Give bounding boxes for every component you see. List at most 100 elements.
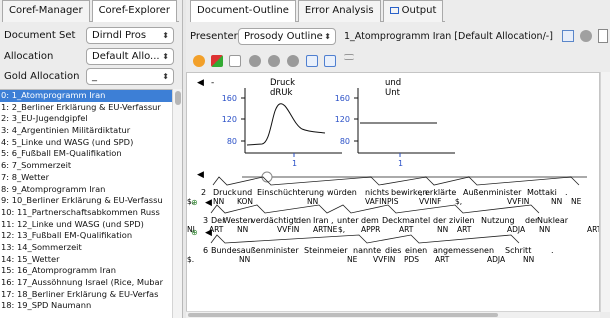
gold-allocation-row: Gold Allocation	[4, 67, 94, 85]
sentence-word: 6	[203, 246, 208, 255]
allocation-label: Allocation	[4, 50, 54, 62]
pos-tag: NN	[307, 197, 318, 206]
allocation-value: Default Allo...	[92, 51, 160, 62]
sentence-rows: ◀2 Druck und Einschüchterung würden nichts bew…	[187, 170, 599, 264]
document-list[interactable]: 0: 1_Atomprogramm Iran 1: 2_Berliner Erkl…	[0, 89, 172, 318]
stepper-icon: ⬍	[324, 32, 331, 41]
list-item[interactable]: 12: 13_Fußball EM-Qualifikation	[0, 230, 172, 242]
content-horizontal-scrollbar[interactable]	[186, 311, 600, 318]
list-item[interactable]: 13: 14_Sommerzeit	[0, 242, 172, 254]
list-item[interactable]: 17: 18_Berliner Erklärung & EU-Verfas	[0, 289, 172, 301]
pos-tag: $,	[455, 197, 462, 206]
circle-icon-1[interactable]	[249, 55, 261, 67]
list-item[interactable]: 0: 1_Atomprogramm Iran	[0, 90, 172, 102]
list-item[interactable]: 18: 19_SPD Naumann	[0, 300, 172, 312]
settings-gear-icon[interactable]	[193, 55, 205, 67]
pos-tag: ADJA	[487, 255, 506, 264]
tab-coref-manager[interactable]: Coref-Manager	[2, 0, 90, 22]
zoom-icon[interactable]: ⊕	[191, 198, 198, 207]
speaker-icon[interactable]: ◀	[205, 198, 212, 208]
scrollbar-thumb[interactable]	[188, 313, 498, 317]
list-item[interactable]: 1: 2_Berliner Erklärung & EU-Verfassur	[0, 102, 172, 114]
right-panel: Document-Outline Error Analysis Output P…	[186, 0, 610, 318]
list-item[interactable]: 4: 5_Linke und WASG (und SPD)	[0, 137, 172, 149]
pos-tag: ADJA	[507, 225, 526, 234]
list-item[interactable]: 14: 15_Wetter	[0, 254, 172, 266]
pos-tag: NN	[437, 225, 448, 234]
pen-icon[interactable]	[229, 55, 241, 67]
presenter-value: Prosody Outline	[244, 31, 323, 42]
pos-tag: VVFIN	[507, 197, 529, 206]
sentence-word: Iran	[313, 216, 329, 225]
pos-tag: NN	[551, 197, 562, 206]
document-set-value: Dirndl Pros	[92, 30, 147, 41]
circle-icon-2[interactable]	[268, 55, 280, 67]
list-item[interactable]: 15: 16_Atomprogramm Iran	[0, 265, 172, 277]
stepper-icon: ⬍	[162, 52, 169, 61]
plot2-ytick: 80	[340, 137, 350, 146]
record-icon[interactable]	[580, 30, 592, 42]
allocation-select[interactable]: Default Allo... ⬍	[86, 48, 174, 65]
circle-icon-3[interactable]	[287, 55, 299, 67]
sentence-word: .	[551, 246, 554, 255]
speaker-icon[interactable]: ◀	[197, 170, 204, 180]
tab-document-outline[interactable]: Document-Outline	[190, 0, 296, 22]
document-list-scrollbar[interactable]	[172, 89, 182, 318]
list-item[interactable]: 11: 12_Linke und WASG (und SPD)	[0, 219, 172, 231]
plot1-ytick: 80	[227, 137, 237, 146]
plot-block: ◀ - Druck dRUk 160 120 80 1 und Unt 160 …	[197, 78, 587, 183]
list-item[interactable]: 3: 4_Argentinien Militärdiktatur	[0, 125, 172, 137]
tab-error-analysis[interactable]: Error Analysis	[297, 0, 381, 22]
output-icon	[389, 7, 399, 14]
sentence-word: einen	[405, 246, 427, 255]
presenter-select[interactable]: Prosody Outline ⬍	[238, 28, 336, 45]
pos-tag: KON	[237, 197, 253, 206]
pos-tag: $.	[187, 255, 194, 264]
pos-tag: ART	[313, 225, 328, 234]
plot1-ytick: 160	[222, 94, 237, 103]
pos-tag: VAFIN	[365, 197, 387, 206]
stepper-icon: ⬍	[162, 31, 169, 40]
page-icon[interactable]	[598, 29, 608, 43]
list-item[interactable]: 2: 3_EU-Jugendgipfel	[0, 113, 172, 125]
sentence-word: 3	[203, 216, 208, 225]
list-item[interactable]: 6: 7_Sommerzeit	[0, 160, 172, 172]
expand-icon[interactable]	[324, 55, 336, 67]
sentence-word: nichts	[365, 188, 389, 197]
list-item[interactable]: 16: 17_Aussöhnung Israel (Rice, Mubar	[0, 277, 172, 289]
grid-icon[interactable]	[344, 54, 354, 60]
list-item[interactable]: 9: 10_Berliner Erklärung & EU-Verfassu	[0, 195, 172, 207]
sentence-word: Westen	[223, 216, 253, 225]
plot1-ytick: 120	[222, 115, 237, 124]
content-vertical-scrollbar[interactable]	[600, 72, 610, 312]
pos-tag: ART	[457, 225, 472, 234]
list-item[interactable]: 10: 11_Partnerschaftsabkommen Russ	[0, 207, 172, 219]
sentence-word: und	[237, 188, 252, 197]
sentence-word: zivilen	[449, 216, 475, 225]
tab-coref-explorer[interactable]: Coref-Explorer	[91, 0, 177, 22]
tab-output[interactable]: Output	[382, 0, 444, 22]
gold-allocation-select[interactable]: _ ⬍	[86, 68, 174, 85]
list-item[interactable]: 8: 9_Atomprogramm Iran	[0, 184, 172, 196]
gold-allocation-value: _	[92, 71, 97, 82]
list-item[interactable]: 7: 8_Wetter	[0, 172, 172, 184]
left-panel: Coref-Manager Coref-Explorer Document Se…	[0, 0, 183, 318]
collapse-icon[interactable]	[306, 55, 318, 67]
speaker-icon[interactable]: ◀	[197, 78, 204, 88]
view-toggle-icon[interactable]	[562, 30, 574, 42]
pos-tag: VVFIN	[373, 255, 395, 264]
gold-allocation-label: Gold Allocation	[4, 70, 80, 82]
pos-tag: APPR	[361, 225, 380, 234]
list-item[interactable]: 5: 6_Fußball EM-Qualifikation	[0, 148, 172, 160]
sentence-word: der	[433, 216, 447, 225]
sentence-word: Mottaki	[527, 188, 557, 197]
pos-tag: ART	[435, 255, 450, 264]
scrollbar-thumb[interactable]	[175, 91, 181, 105]
prosody-outline-view: ◀ - Druck dRUk 160 120 80 1 und Unt 160 …	[186, 72, 600, 312]
speaker-icon[interactable]: ◀	[205, 228, 212, 238]
zoom-icon[interactable]: ⊕	[191, 228, 198, 237]
color-icon[interactable]	[211, 55, 223, 67]
sentence-word: ,	[331, 216, 334, 225]
document-set-select[interactable]: Dirndl Pros ⬍	[86, 27, 174, 44]
sentence-word: Druck	[213, 188, 237, 197]
